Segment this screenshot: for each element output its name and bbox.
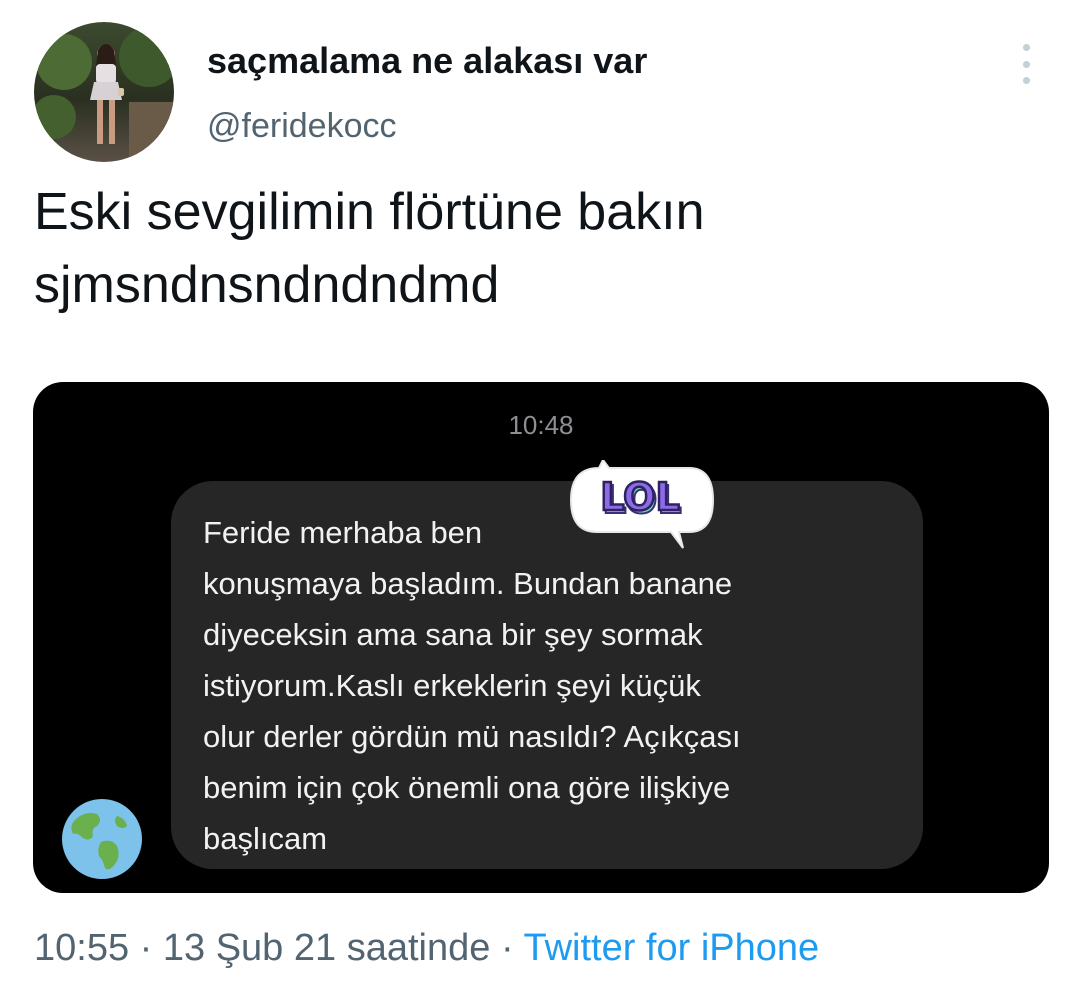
avatar-photo	[34, 22, 174, 162]
more-vertical-icon[interactable]	[1014, 44, 1038, 84]
message-line: diyeceksin ama sana bir şey sormak	[203, 617, 703, 652]
more-dot	[1022, 60, 1030, 68]
sticker-text: LOL	[600, 475, 679, 519]
username[interactable]: @feridekocc	[207, 107, 396, 146]
tweet-date[interactable]: 13 Şub 21 saatinde	[163, 927, 491, 969]
tweet-line: Eski sevgilimin flörtüne bakın	[34, 183, 705, 241]
message-line: olur derler gördün mü nasıldı? Açıkçası	[203, 719, 741, 754]
globe-icon	[62, 799, 142, 879]
tweet-media-image[interactable]: 10:48 Feride merhaba ben konuşmaya başla…	[33, 382, 1049, 893]
message-text: Feride merhaba ben konuşmaya başladım. B…	[203, 507, 741, 864]
message-line: başlıcam	[203, 821, 328, 856]
meta-separator: ·	[139, 927, 153, 969]
tweet-source-link[interactable]: Twitter for iPhone	[523, 927, 819, 969]
avatar[interactable]	[34, 22, 174, 162]
display-name[interactable]: saçmalama ne alakası var	[207, 40, 647, 82]
message-line: konuşmaya başladım. Bundan banane	[203, 566, 733, 601]
more-dot	[1022, 77, 1030, 84]
meta-separator: ·	[500, 927, 514, 969]
tweet-time[interactable]: 10:55	[34, 927, 129, 969]
message-line: benim için çok önemli ona göre ilişkiye	[203, 770, 731, 805]
message-line: istiyorum.Kaslı erkeklerin şeyi küçük	[203, 668, 701, 703]
tweet-meta: 10:55 · 13 Şub 21 saatinde · Twitter for…	[34, 927, 819, 970]
message-bubble: Feride merhaba ben konuşmaya başladım. B…	[171, 481, 923, 869]
chat-timestamp: 10:48	[508, 410, 574, 440]
more-dot	[1022, 44, 1030, 51]
tweet-text: Eski sevgilimin flörtüne bakın sjmsndnsn…	[34, 176, 1034, 322]
tweet-line: sjmsndnsndndndmd	[34, 256, 500, 314]
lol-sticker: LOL LOL	[569, 460, 715, 549]
